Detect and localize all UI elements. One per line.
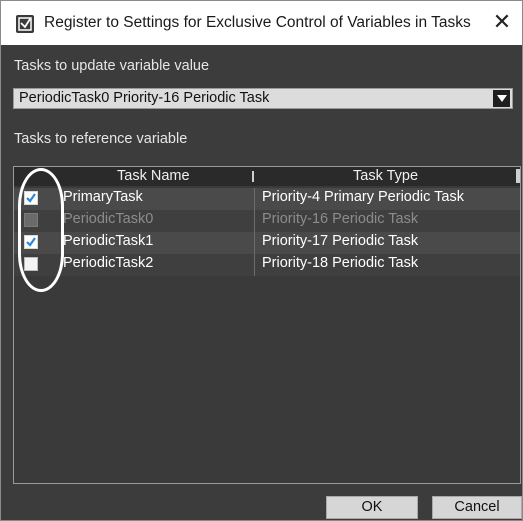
column-divider xyxy=(254,188,255,210)
table-row[interactable]: PrimaryTask Priority-4 Primary Periodic … xyxy=(14,188,520,210)
close-icon: ✕ xyxy=(492,9,512,34)
dialog-window: Register to Settings for Exclusive Contr… xyxy=(0,0,523,521)
checkbox-highlight-oval xyxy=(18,168,64,292)
task-name-cell: PeriodicTask1 xyxy=(63,233,154,249)
task-type-cell: Priority-4 Primary Periodic Task xyxy=(262,189,464,205)
table-row[interactable]: PeriodicTask2 Priority-18 Periodic Task xyxy=(14,254,520,276)
reference-tasks-label: Tasks to reference variable xyxy=(14,131,188,147)
update-tasks-label: Tasks to update variable value xyxy=(14,58,210,74)
column-header-task-name[interactable]: Task Name xyxy=(117,168,190,184)
dialog-title: Register to Settings for Exclusive Contr… xyxy=(44,14,471,31)
chevron-down-icon[interactable] xyxy=(493,90,510,107)
close-button[interactable]: ✕ xyxy=(487,7,517,37)
cancel-button[interactable]: Cancel xyxy=(432,496,522,519)
column-divider xyxy=(254,232,255,254)
table-row: PeriodicTask0 Priority-16 Periodic Task xyxy=(14,210,520,232)
column-header-task-type[interactable]: Task Type xyxy=(353,168,418,184)
reference-tasks-table: Task Name Task Type PrimaryTask Priority… xyxy=(13,166,521,484)
task-type-cell: Priority-17 Periodic Task xyxy=(262,233,419,249)
title-bar: Register to Settings for Exclusive Contr… xyxy=(1,1,522,45)
task-type-cell: Priority-16 Periodic Task xyxy=(262,211,419,227)
column-divider xyxy=(254,254,255,276)
column-resize-handle[interactable] xyxy=(252,171,254,182)
header-scroll-handle[interactable] xyxy=(516,169,520,183)
task-type-cell: Priority-18 Periodic Task xyxy=(262,255,419,271)
app-window-icon xyxy=(16,15,34,33)
column-divider xyxy=(254,210,255,232)
task-name-cell: PeriodicTask0 xyxy=(63,211,154,227)
update-task-dropdown[interactable]: PeriodicTask0 Priority-16 Periodic Task xyxy=(13,88,513,109)
ok-button[interactable]: OK xyxy=(326,496,418,519)
task-name-cell: PrimaryTask xyxy=(63,189,143,205)
task-name-cell: PeriodicTask2 xyxy=(63,255,154,271)
table-row[interactable]: PeriodicTask1 Priority-17 Periodic Task xyxy=(14,232,520,254)
update-task-selected-value: PeriodicTask0 Priority-16 Periodic Task xyxy=(19,90,270,106)
table-header: Task Name Task Type xyxy=(14,167,520,186)
